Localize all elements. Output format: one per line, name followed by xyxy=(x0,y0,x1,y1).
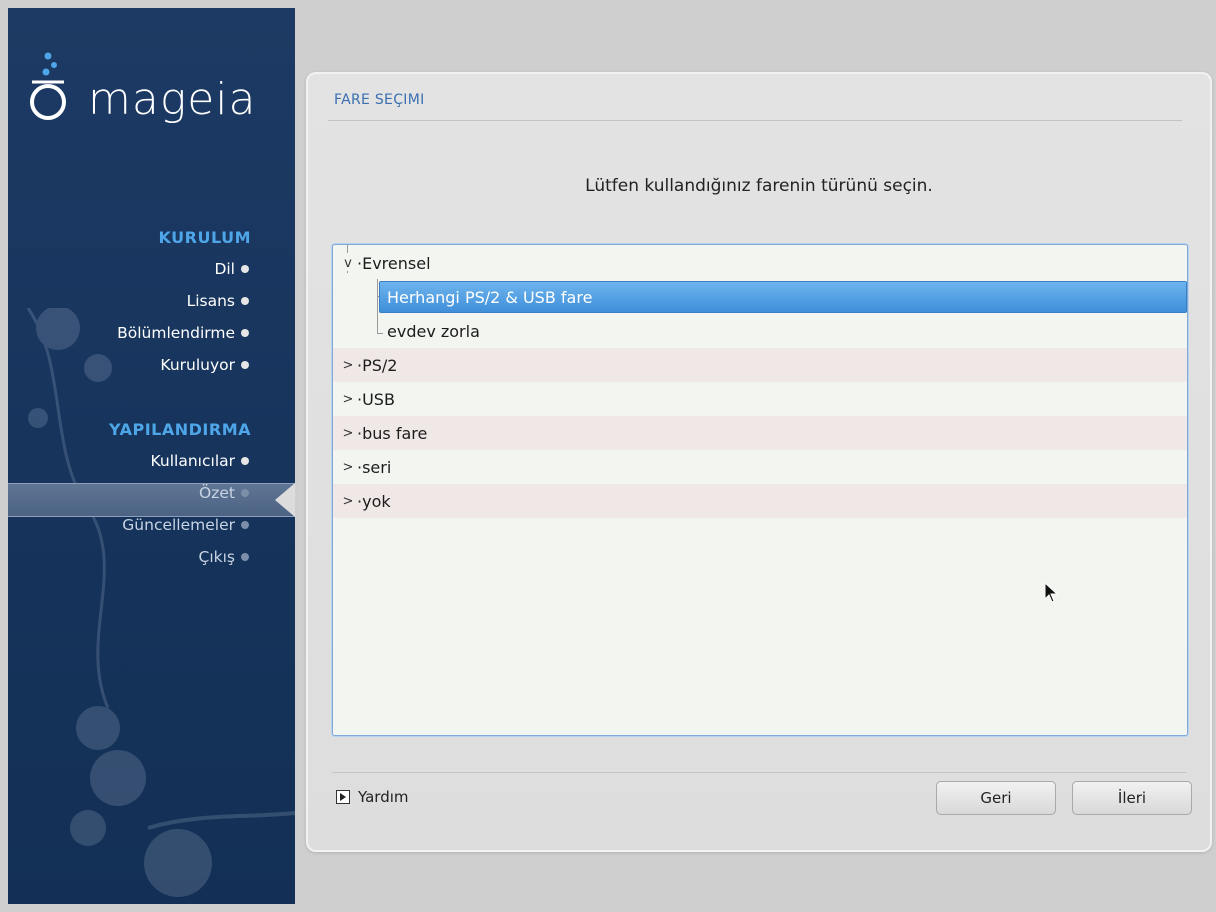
mouse-pointer-icon xyxy=(1044,582,1059,603)
step-dot-icon xyxy=(241,361,249,369)
step-label: Dil xyxy=(214,260,235,278)
step-dil: Dil xyxy=(214,260,249,278)
tree-item-text: PS/2 xyxy=(362,355,398,375)
tree-row-label: evdev zorla xyxy=(387,321,480,341)
section-title-kurulum: KURULUM xyxy=(158,228,251,247)
step-label: Kuruluyor xyxy=(160,356,235,374)
tree-row[interactable]: > ·PS/2 xyxy=(333,348,1187,382)
tree-row-selected[interactable]: Herhangi PS/2 & USB fare xyxy=(333,280,1187,314)
step-label: Bölümlendirme xyxy=(117,324,235,342)
tree-row[interactable]: > ·seri xyxy=(333,450,1187,484)
active-step-highlight xyxy=(8,483,295,517)
back-button[interactable]: Geri xyxy=(936,781,1056,815)
step-label: Lisans xyxy=(186,292,235,310)
step-label: Çıkış xyxy=(198,548,236,566)
step-guncellemeler: Güncellemeler xyxy=(122,516,249,534)
tree-row[interactable]: v ·Evrensel xyxy=(333,246,1187,280)
sidebar: mageia KURULUM Dil Lisans Bölümlendirme … xyxy=(8,8,295,904)
step-dot-icon xyxy=(241,521,249,529)
mouse-type-tree[interactable]: v ·Evrensel Herhangi PS/2 & USB fare evd… xyxy=(332,244,1188,736)
tree-item-text: Evrensel xyxy=(362,253,431,273)
step-dot-icon xyxy=(241,553,249,561)
step-kullanicilar: Kullanıcılar xyxy=(151,452,249,470)
tree-row[interactable]: > ·USB xyxy=(333,382,1187,416)
tree-row-label: ·seri xyxy=(357,457,392,477)
step-dot-icon xyxy=(241,329,249,337)
expander-right-icon[interactable]: > xyxy=(341,392,355,407)
step-dot-icon xyxy=(241,297,249,305)
tree-item-text: seri xyxy=(362,457,392,477)
step-label: Özet xyxy=(199,484,235,502)
flower-decoration-icon xyxy=(26,308,295,897)
tree-row[interactable]: > ·yok xyxy=(333,484,1187,518)
logo-mark-icon xyxy=(30,52,66,120)
step-kuruluyor: Kuruluyor xyxy=(160,356,249,374)
expander-right-icon[interactable]: > xyxy=(341,426,355,441)
expand-arrow-icon[interactable] xyxy=(336,790,350,804)
step-lisans: Lisans xyxy=(187,292,249,310)
logo-wordmark: mageia xyxy=(88,74,257,125)
help-toggle[interactable]: Yardım xyxy=(336,788,409,806)
next-button[interactable]: İleri xyxy=(1072,781,1192,815)
main-panel: FARE SEÇIMI Lütfen kullandığınız farenin… xyxy=(306,72,1212,852)
step-dot-icon xyxy=(241,489,249,497)
expander-right-icon[interactable]: > xyxy=(341,494,355,509)
active-step-arrow-icon xyxy=(275,483,295,517)
tree-item-text: yok xyxy=(362,491,391,511)
prompt-text: Lütfen kullandığınız farenin türünü seçi… xyxy=(585,176,933,196)
step-ozet: Özet xyxy=(199,484,249,502)
tree-row-label: Herhangi PS/2 & USB fare xyxy=(387,287,593,307)
step-dot-icon xyxy=(241,457,249,465)
mageia-logo: mageia xyxy=(24,50,294,130)
help-label: Yardım xyxy=(358,788,409,806)
footer-divider xyxy=(332,772,1186,773)
tree-row-label: ·yok xyxy=(357,491,391,511)
expander-right-icon[interactable]: > xyxy=(341,358,355,373)
title-divider xyxy=(328,120,1182,121)
tree-row-label: ·Evrensel xyxy=(357,253,431,273)
tree-row-label: ·USB xyxy=(357,389,395,409)
step-dot-icon xyxy=(241,265,249,273)
expander-right-icon[interactable]: > xyxy=(341,460,355,475)
page-title: FARE SEÇIMI xyxy=(334,92,425,108)
tree-row[interactable]: evdev zorla xyxy=(333,314,1187,348)
step-label: Kullanıcılar xyxy=(150,452,235,470)
tree-row[interactable]: > ·bus fare xyxy=(333,416,1187,450)
step-cikis: Çıkış xyxy=(198,548,249,566)
tree-item-text: bus fare xyxy=(362,423,428,443)
tree-row-label: ·bus fare xyxy=(357,423,428,443)
tree-item-text: USB xyxy=(362,389,395,409)
tree-row-label: ·PS/2 xyxy=(357,355,398,375)
section-title-yapilandirma: YAPILANDIRMA xyxy=(109,420,251,439)
step-label: Güncellemeler xyxy=(122,516,235,534)
expander-down-icon[interactable]: v xyxy=(341,256,355,271)
step-bolumlendirme: Bölümlendirme xyxy=(117,324,249,342)
